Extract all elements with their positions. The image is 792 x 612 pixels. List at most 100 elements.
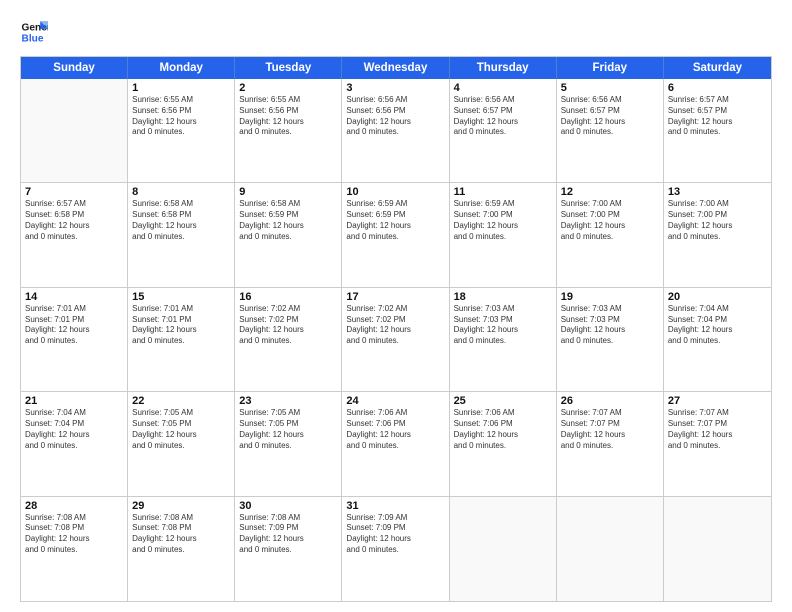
day-info: Sunrise: 7:01 AM Sunset: 7:01 PM Dayligh…: [25, 304, 123, 347]
calendar-day-cell: 24Sunrise: 7:06 AM Sunset: 7:06 PM Dayli…: [342, 392, 449, 495]
day-number: 29: [132, 500, 230, 512]
calendar-week-row: 7Sunrise: 6:57 AM Sunset: 6:58 PM Daylig…: [21, 183, 771, 287]
calendar-day-cell: 20Sunrise: 7:04 AM Sunset: 7:04 PM Dayli…: [664, 288, 771, 391]
calendar-empty-cell: [450, 497, 557, 601]
calendar-day-cell: 15Sunrise: 7:01 AM Sunset: 7:01 PM Dayli…: [128, 288, 235, 391]
day-of-week-header: Wednesday: [342, 57, 449, 79]
day-number: 20: [668, 291, 767, 303]
day-number: 8: [132, 186, 230, 198]
day-info: Sunrise: 6:56 AM Sunset: 6:57 PM Dayligh…: [454, 95, 552, 138]
day-of-week-header: Saturday: [664, 57, 771, 79]
calendar-day-cell: 18Sunrise: 7:03 AM Sunset: 7:03 PM Dayli…: [450, 288, 557, 391]
day-info: Sunrise: 7:04 AM Sunset: 7:04 PM Dayligh…: [25, 408, 123, 451]
calendar-week-row: 21Sunrise: 7:04 AM Sunset: 7:04 PM Dayli…: [21, 392, 771, 496]
day-number: 7: [25, 186, 123, 198]
day-info: Sunrise: 7:04 AM Sunset: 7:04 PM Dayligh…: [668, 304, 767, 347]
day-number: 2: [239, 82, 337, 94]
page: General Blue SundayMondayTuesdayWednesda…: [0, 0, 792, 612]
day-info: Sunrise: 6:59 AM Sunset: 6:59 PM Dayligh…: [346, 199, 444, 242]
calendar-day-cell: 22Sunrise: 7:05 AM Sunset: 7:05 PM Dayli…: [128, 392, 235, 495]
calendar-empty-cell: [21, 79, 128, 182]
calendar-day-cell: 14Sunrise: 7:01 AM Sunset: 7:01 PM Dayli…: [21, 288, 128, 391]
calendar-day-cell: 10Sunrise: 6:59 AM Sunset: 6:59 PM Dayli…: [342, 183, 449, 286]
day-number: 14: [25, 291, 123, 303]
day-number: 18: [454, 291, 552, 303]
day-info: Sunrise: 6:55 AM Sunset: 6:56 PM Dayligh…: [132, 95, 230, 138]
calendar-day-cell: 23Sunrise: 7:05 AM Sunset: 7:05 PM Dayli…: [235, 392, 342, 495]
day-info: Sunrise: 7:01 AM Sunset: 7:01 PM Dayligh…: [132, 304, 230, 347]
day-number: 1: [132, 82, 230, 94]
logo: General Blue: [20, 18, 48, 46]
calendar-day-cell: 8Sunrise: 6:58 AM Sunset: 6:58 PM Daylig…: [128, 183, 235, 286]
calendar-day-cell: 31Sunrise: 7:09 AM Sunset: 7:09 PM Dayli…: [342, 497, 449, 601]
day-of-week-header: Tuesday: [235, 57, 342, 79]
day-info: Sunrise: 7:06 AM Sunset: 7:06 PM Dayligh…: [454, 408, 552, 451]
calendar-empty-cell: [664, 497, 771, 601]
day-info: Sunrise: 6:55 AM Sunset: 6:56 PM Dayligh…: [239, 95, 337, 138]
day-number: 12: [561, 186, 659, 198]
calendar-day-cell: 5Sunrise: 6:56 AM Sunset: 6:57 PM Daylig…: [557, 79, 664, 182]
day-info: Sunrise: 7:03 AM Sunset: 7:03 PM Dayligh…: [561, 304, 659, 347]
calendar-day-cell: 13Sunrise: 7:00 AM Sunset: 7:00 PM Dayli…: [664, 183, 771, 286]
calendar-day-cell: 1Sunrise: 6:55 AM Sunset: 6:56 PM Daylig…: [128, 79, 235, 182]
day-info: Sunrise: 6:56 AM Sunset: 6:56 PM Dayligh…: [346, 95, 444, 138]
day-info: Sunrise: 7:02 AM Sunset: 7:02 PM Dayligh…: [239, 304, 337, 347]
day-number: 9: [239, 186, 337, 198]
day-number: 26: [561, 395, 659, 407]
calendar-day-cell: 27Sunrise: 7:07 AM Sunset: 7:07 PM Dayli…: [664, 392, 771, 495]
calendar-day-cell: 4Sunrise: 6:56 AM Sunset: 6:57 PM Daylig…: [450, 79, 557, 182]
day-number: 31: [346, 500, 444, 512]
calendar-day-cell: 3Sunrise: 6:56 AM Sunset: 6:56 PM Daylig…: [342, 79, 449, 182]
day-number: 19: [561, 291, 659, 303]
calendar-week-row: 1Sunrise: 6:55 AM Sunset: 6:56 PM Daylig…: [21, 79, 771, 183]
day-number: 4: [454, 82, 552, 94]
calendar-day-cell: 2Sunrise: 6:55 AM Sunset: 6:56 PM Daylig…: [235, 79, 342, 182]
day-number: 24: [346, 395, 444, 407]
day-info: Sunrise: 6:57 AM Sunset: 6:58 PM Dayligh…: [25, 199, 123, 242]
calendar: SundayMondayTuesdayWednesdayThursdayFrid…: [20, 56, 772, 602]
day-of-week-header: Sunday: [21, 57, 128, 79]
calendar-day-cell: 12Sunrise: 7:00 AM Sunset: 7:00 PM Dayli…: [557, 183, 664, 286]
day-info: Sunrise: 6:58 AM Sunset: 6:58 PM Dayligh…: [132, 199, 230, 242]
day-info: Sunrise: 7:05 AM Sunset: 7:05 PM Dayligh…: [132, 408, 230, 451]
calendar-day-cell: 7Sunrise: 6:57 AM Sunset: 6:58 PM Daylig…: [21, 183, 128, 286]
day-info: Sunrise: 7:08 AM Sunset: 7:08 PM Dayligh…: [25, 513, 123, 556]
day-number: 17: [346, 291, 444, 303]
day-number: 23: [239, 395, 337, 407]
day-number: 6: [668, 82, 767, 94]
day-info: Sunrise: 7:07 AM Sunset: 7:07 PM Dayligh…: [561, 408, 659, 451]
calendar-day-cell: 16Sunrise: 7:02 AM Sunset: 7:02 PM Dayli…: [235, 288, 342, 391]
day-info: Sunrise: 7:03 AM Sunset: 7:03 PM Dayligh…: [454, 304, 552, 347]
day-number: 27: [668, 395, 767, 407]
calendar-day-cell: 6Sunrise: 6:57 AM Sunset: 6:57 PM Daylig…: [664, 79, 771, 182]
day-number: 11: [454, 186, 552, 198]
day-number: 5: [561, 82, 659, 94]
calendar-day-cell: 19Sunrise: 7:03 AM Sunset: 7:03 PM Dayli…: [557, 288, 664, 391]
day-of-week-header: Thursday: [450, 57, 557, 79]
logo-icon: General Blue: [20, 18, 48, 46]
day-info: Sunrise: 6:56 AM Sunset: 6:57 PM Dayligh…: [561, 95, 659, 138]
day-number: 21: [25, 395, 123, 407]
calendar-week-row: 14Sunrise: 7:01 AM Sunset: 7:01 PM Dayli…: [21, 288, 771, 392]
calendar-day-cell: 30Sunrise: 7:08 AM Sunset: 7:09 PM Dayli…: [235, 497, 342, 601]
day-info: Sunrise: 7:05 AM Sunset: 7:05 PM Dayligh…: [239, 408, 337, 451]
day-number: 22: [132, 395, 230, 407]
calendar-body: 1Sunrise: 6:55 AM Sunset: 6:56 PM Daylig…: [21, 79, 771, 601]
day-info: Sunrise: 7:08 AM Sunset: 7:08 PM Dayligh…: [132, 513, 230, 556]
calendar-day-cell: 26Sunrise: 7:07 AM Sunset: 7:07 PM Dayli…: [557, 392, 664, 495]
day-number: 25: [454, 395, 552, 407]
calendar-day-cell: 17Sunrise: 7:02 AM Sunset: 7:02 PM Dayli…: [342, 288, 449, 391]
day-number: 28: [25, 500, 123, 512]
day-info: Sunrise: 7:00 AM Sunset: 7:00 PM Dayligh…: [668, 199, 767, 242]
header: General Blue: [20, 18, 772, 46]
day-info: Sunrise: 6:59 AM Sunset: 7:00 PM Dayligh…: [454, 199, 552, 242]
day-number: 30: [239, 500, 337, 512]
day-info: Sunrise: 6:57 AM Sunset: 6:57 PM Dayligh…: [668, 95, 767, 138]
day-number: 3: [346, 82, 444, 94]
calendar-day-cell: 11Sunrise: 6:59 AM Sunset: 7:00 PM Dayli…: [450, 183, 557, 286]
calendar-day-cell: 9Sunrise: 6:58 AM Sunset: 6:59 PM Daylig…: [235, 183, 342, 286]
calendar-empty-cell: [557, 497, 664, 601]
day-info: Sunrise: 7:00 AM Sunset: 7:00 PM Dayligh…: [561, 199, 659, 242]
day-info: Sunrise: 7:07 AM Sunset: 7:07 PM Dayligh…: [668, 408, 767, 451]
svg-text:Blue: Blue: [22, 33, 44, 44]
